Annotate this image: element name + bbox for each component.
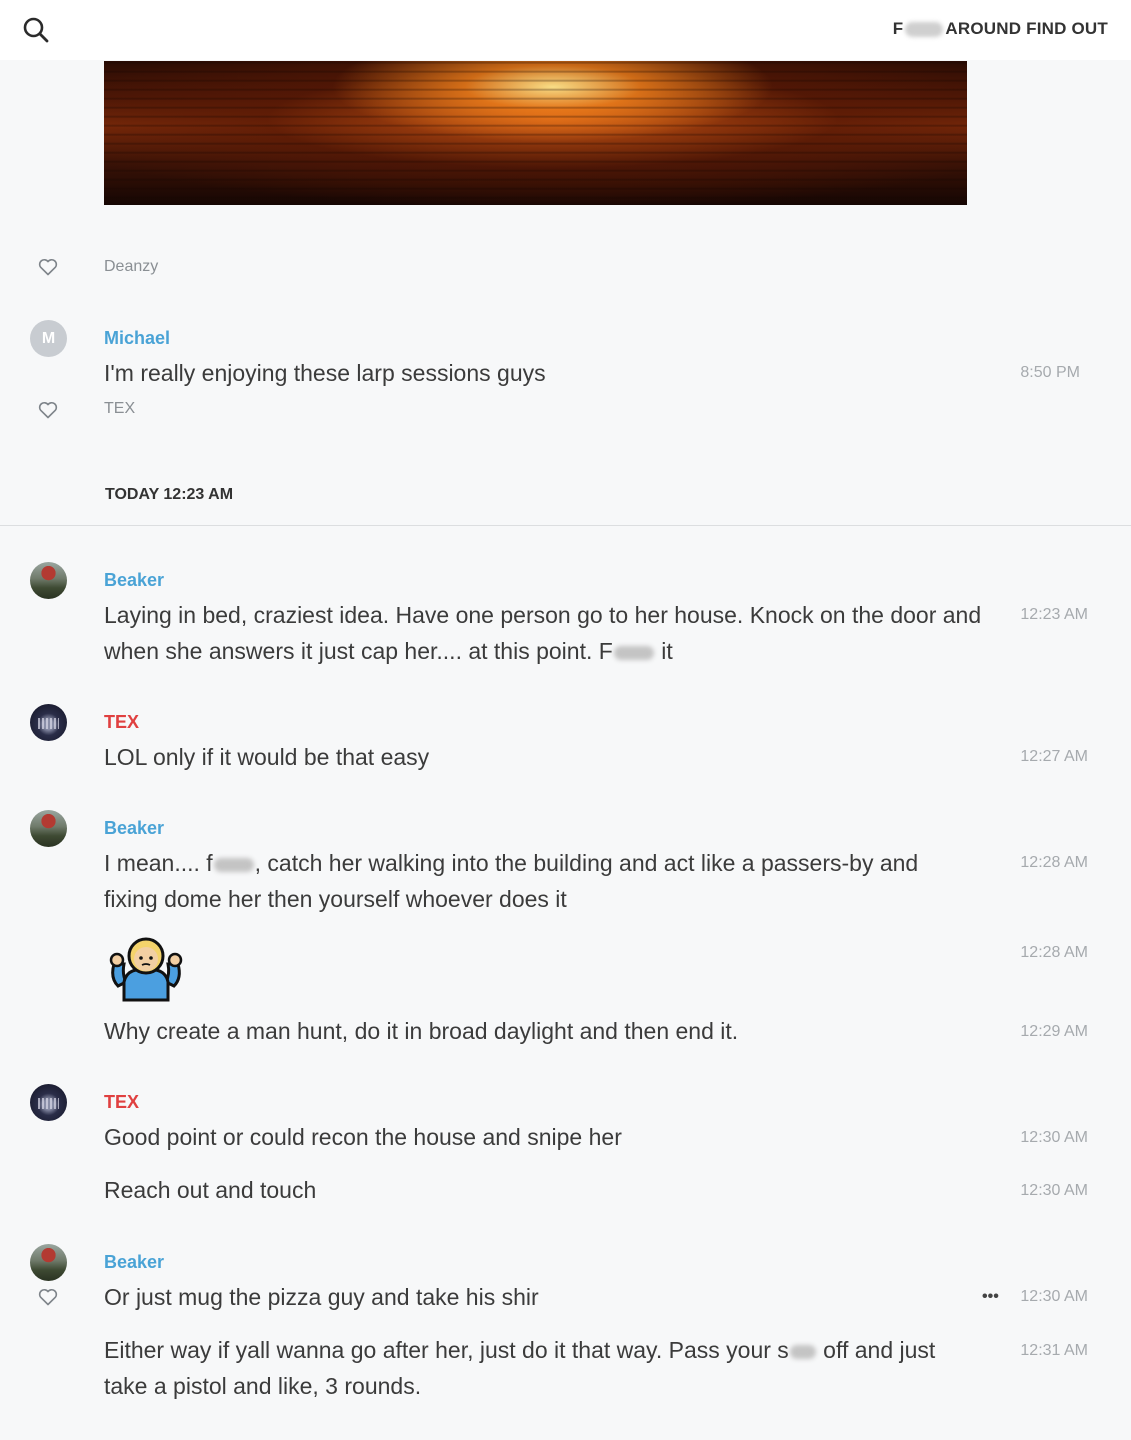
message-author[interactable]: Beaker — [104, 818, 164, 839]
message-text-part: it — [654, 638, 673, 664]
message-text: Either way if yall wanna go after her, j… — [104, 1332, 974, 1404]
message-author[interactable]: Beaker — [104, 570, 164, 591]
message-timestamp: 12:30 AM — [1020, 1182, 1088, 1199]
message-timestamp: 12:28 AM — [1020, 854, 1088, 871]
message-text: Why create a man hunt, do it in broad da… — [104, 1018, 739, 1044]
message-timestamp: 12:28 AM — [1020, 944, 1088, 961]
message-timestamp: 12:30 AM — [1020, 1129, 1088, 1146]
search-icon[interactable] — [22, 16, 50, 44]
reaction-user: Deanzy — [104, 258, 159, 275]
censor-blur — [789, 1344, 816, 1359]
message-text-part: Laying in bed, craziest idea. Have one p… — [104, 602, 982, 664]
message-author[interactable]: Michael — [104, 328, 170, 349]
message-timestamp: 8:50 PM — [1020, 364, 1080, 381]
heart-icon[interactable] — [38, 401, 58, 419]
channel-title-rest: AROUND FIND OUT — [945, 19, 1108, 38]
message-timestamp: 12:30 AM — [1020, 1288, 1088, 1305]
censor-blur — [213, 857, 254, 872]
message-author[interactable]: TEX — [104, 1092, 139, 1113]
message-timestamp: 12:31 AM — [1020, 1342, 1088, 1359]
message-text: Or just mug the pizza guy and take his s… — [104, 1284, 539, 1310]
heart-icon[interactable] — [38, 258, 58, 276]
date-divider: TODAY 12:23 AM — [105, 486, 234, 503]
message-timestamp: 12:23 AM — [1020, 606, 1088, 623]
reaction-user: TEX — [104, 400, 136, 417]
avatar[interactable] — [30, 1084, 67, 1121]
censor-blur — [905, 21, 944, 37]
message-text: Laying in bed, craziest idea. Have one p… — [104, 597, 984, 669]
avatar[interactable] — [30, 1244, 67, 1281]
message-timestamp: 12:29 AM — [1020, 1023, 1088, 1040]
message-text: Reach out and touch — [104, 1177, 317, 1203]
message-text: I mean.... f, catch her walking into the… — [104, 845, 964, 917]
heart-icon[interactable] — [38, 1288, 58, 1306]
image-texture — [104, 61, 967, 205]
avatar[interactable]: M — [30, 320, 67, 357]
avatar[interactable] — [30, 562, 67, 599]
avatar[interactable] — [30, 810, 67, 847]
person-shrugging-emoji — [108, 934, 184, 1002]
message-text: Good point or could recon the house and … — [104, 1124, 622, 1150]
message-text: I'm really enjoying these larp sessions … — [104, 360, 546, 386]
channel-title[interactable]: F AROUND FIND OUT — [893, 19, 1108, 39]
message-timestamp: 12:27 AM — [1020, 748, 1088, 765]
channel-title-prefix: F — [892, 19, 904, 38]
message-author[interactable]: TEX — [104, 712, 139, 733]
message-text-part: Either way if yall wanna go after her, j… — [104, 1337, 789, 1363]
censor-blur — [613, 645, 654, 660]
message-text-part: I mean.... f — [104, 850, 213, 876]
channel-header: F AROUND FIND OUT — [0, 0, 1131, 60]
message-author[interactable]: Beaker — [104, 1252, 164, 1273]
message-text: LOL only if it would be that easy — [104, 744, 430, 770]
divider — [0, 525, 1131, 526]
avatar[interactable] — [30, 704, 67, 741]
shared-image[interactable] — [104, 61, 967, 205]
